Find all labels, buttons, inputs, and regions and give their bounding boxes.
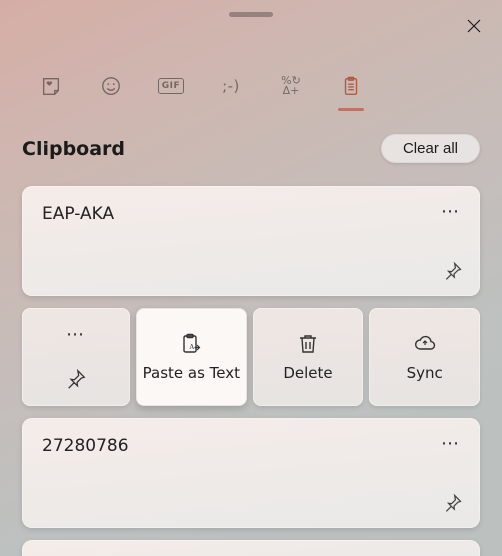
close-icon bbox=[465, 17, 483, 35]
tab-clipboard[interactable] bbox=[332, 59, 370, 113]
action-paste-as-text[interactable]: A Paste as Text bbox=[136, 308, 247, 406]
clipboard-item-text: EAP-AKA bbox=[42, 204, 460, 224]
tab-kaomoji[interactable]: ;-) bbox=[212, 59, 250, 113]
item-pin-button[interactable] bbox=[65, 368, 87, 394]
clipboard-icon bbox=[340, 75, 362, 97]
pin-icon bbox=[443, 261, 463, 281]
close-button[interactable] bbox=[456, 8, 492, 44]
emoji-icon bbox=[100, 75, 122, 97]
clipboard-item[interactable] bbox=[22, 540, 480, 556]
action-label: Paste as Text bbox=[143, 364, 240, 382]
item-more-button[interactable]: ⋯ bbox=[66, 324, 86, 345]
cloud-sync-icon bbox=[413, 332, 437, 356]
drag-handle[interactable] bbox=[229, 12, 273, 17]
clipboard-header: Clipboard Clear all bbox=[22, 134, 480, 163]
category-tabs: GIF ;-) %↻ Δ+ bbox=[0, 58, 502, 114]
action-label: Delete bbox=[283, 364, 332, 382]
item-more-button[interactable]: ⋯ bbox=[436, 430, 466, 456]
item-pin-button[interactable] bbox=[438, 256, 468, 286]
tab-emoji[interactable] bbox=[92, 59, 130, 113]
action-delete[interactable]: Delete bbox=[253, 308, 364, 406]
trash-icon bbox=[296, 332, 320, 356]
item-more-button[interactable]: ⋯ bbox=[436, 198, 466, 224]
sticker-heart-icon bbox=[40, 75, 62, 97]
clipboard-item[interactable]: EAP-AKA ⋯ bbox=[22, 186, 480, 296]
tab-recent[interactable] bbox=[32, 59, 70, 113]
pin-icon bbox=[65, 368, 87, 390]
action-sync[interactable]: Sync bbox=[369, 308, 480, 406]
item-pin-button[interactable] bbox=[438, 488, 468, 518]
tab-gif[interactable]: GIF bbox=[152, 59, 190, 113]
tab-symbols[interactable]: %↻ Δ+ bbox=[272, 59, 310, 113]
clipboard-item-actions: ⋯ A Paste as Text Delete Sync bbox=[22, 308, 480, 406]
gif-icon: GIF bbox=[158, 78, 184, 94]
paste-text-icon: A bbox=[179, 332, 203, 356]
action-label: Sync bbox=[407, 364, 443, 382]
symbols-icon: %↻ Δ+ bbox=[281, 76, 301, 96]
svg-text:A: A bbox=[190, 343, 195, 351]
page-title: Clipboard bbox=[22, 138, 125, 160]
clipboard-item[interactable]: 27280786 ⋯ bbox=[22, 418, 480, 528]
pin-icon bbox=[443, 493, 463, 513]
clear-all-button[interactable]: Clear all bbox=[381, 134, 480, 163]
item-collapsed-controls[interactable]: ⋯ bbox=[22, 308, 130, 406]
clipboard-item-text: 27280786 bbox=[42, 436, 460, 456]
kaomoji-icon: ;-) bbox=[222, 77, 240, 95]
